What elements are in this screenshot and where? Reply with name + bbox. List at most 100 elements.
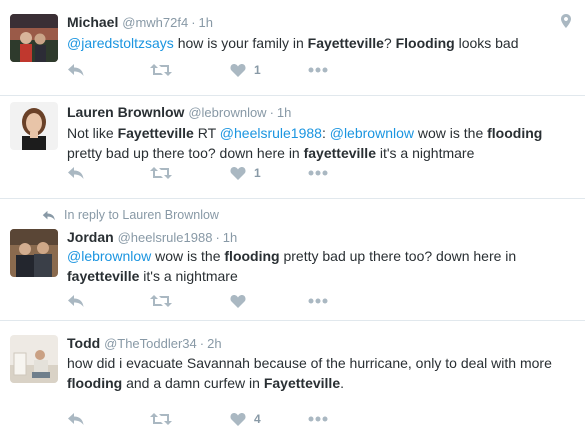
reply-context[interactable]: In reply to Lauren Brownlow — [42, 206, 219, 224]
retweet-button[interactable] — [150, 412, 172, 426]
more-icon — [308, 170, 328, 176]
text-segment: how did i evacuate Savannah because of t… — [67, 355, 552, 371]
username[interactable]: @lebrownlow — [188, 105, 266, 120]
retweet-button[interactable] — [150, 63, 172, 77]
mention-link[interactable]: @lebrownlow — [67, 248, 151, 264]
display-name[interactable]: Michael — [67, 14, 118, 30]
tweet-header: Todd @TheToddler34 · 2h — [67, 333, 573, 353]
more-icon — [308, 416, 328, 422]
avatar-michael[interactable] — [10, 14, 58, 62]
avatar-todd[interactable] — [10, 335, 58, 383]
text-segment: RT — [193, 125, 220, 141]
tweet-text: Not like Fayetteville RT @heelsrule1988:… — [67, 124, 573, 163]
timestamp[interactable]: 2h — [207, 336, 221, 351]
display-name[interactable]: Jordan — [67, 229, 114, 245]
tweet-header: Michael @mwh72f4 · 1h — [67, 12, 573, 32]
timestamp[interactable]: 1h — [277, 105, 291, 120]
text-segment: . — [340, 374, 344, 391]
text-segment: Not like — [67, 125, 118, 141]
highlighted-term: Fayetteville — [307, 35, 384, 51]
avatar-jordan[interactable] — [10, 229, 58, 277]
highlighted-term: Fayetteville — [263, 374, 341, 391]
location-icon — [561, 14, 571, 28]
retweet-icon — [150, 413, 172, 425]
highlighted-term: flooding — [487, 125, 543, 141]
reply-context-icon — [42, 211, 55, 221]
reply-button[interactable] — [67, 412, 85, 426]
reply-button[interactable] — [67, 294, 85, 308]
reply-icon — [68, 64, 84, 76]
more-button[interactable] — [308, 67, 328, 73]
highlighted-term: fayetteville — [303, 144, 376, 161]
like-button[interactable]: 1 — [230, 63, 261, 77]
tweet-text: @lebrownlow wow is the flooding pretty b… — [67, 247, 573, 286]
text-segment: : — [321, 125, 330, 141]
retweet-button[interactable] — [150, 166, 172, 180]
reply-icon — [68, 167, 84, 179]
like-button[interactable] — [230, 294, 246, 308]
tweet-text: @jaredstoltzsays how is your family in F… — [67, 34, 573, 54]
like-count: 1 — [254, 166, 261, 180]
separator-dot: · — [191, 15, 196, 30]
reply-icon — [68, 413, 84, 425]
text-segment: looks bad — [454, 35, 519, 51]
highlighted-term: Fayetteville — [117, 125, 194, 141]
display-name[interactable]: Todd — [67, 335, 100, 351]
text-segment: it's a nightmare — [375, 144, 475, 161]
like-icon — [230, 64, 246, 77]
highlighted-term: flooding — [224, 248, 280, 264]
retweet-button[interactable] — [150, 294, 172, 308]
tweet-header: Lauren Brownlow @lebrownlow · 1h — [67, 102, 573, 122]
text-segment: wow is the — [413, 125, 488, 141]
mention-link[interactable]: @jaredstoltzsays — [67, 35, 174, 51]
timestamp[interactable]: 1h — [223, 230, 237, 245]
reply-icon — [68, 295, 84, 307]
text-segment: pretty bad up there too? down here in — [279, 248, 517, 264]
text-segment: wow is the — [151, 248, 225, 264]
text-segment: ? — [383, 35, 396, 51]
tweet-jordan[interactable]: In reply to Lauren Brownlow Jordan @heel… — [0, 199, 585, 321]
retweet-icon — [150, 295, 172, 307]
like-icon — [230, 167, 246, 180]
display-name[interactable]: Lauren Brownlow — [67, 104, 184, 120]
reply-context-label: In reply to Lauren Brownlow — [64, 208, 219, 222]
timestamp[interactable]: 1h — [199, 15, 213, 30]
tweet-feed: Michael @mwh72f4 · 1h @jaredstoltzsays how… — [0, 0, 585, 429]
retweet-icon — [150, 64, 172, 76]
username[interactable]: @mwh72f4 — [122, 15, 188, 30]
like-icon — [230, 295, 246, 308]
tweet-lauren[interactable]: Lauren Brownlow @lebrownlow · 1h Not like … — [0, 96, 585, 199]
more-icon — [308, 67, 328, 73]
tweet-michael[interactable]: Michael @mwh72f4 · 1h @jaredstoltzsays how… — [0, 0, 585, 96]
tweet-todd[interactable]: Todd @TheToddler34 · 2h how did i evacuate… — [0, 321, 585, 429]
text-segment: and a damn curfew in — [122, 374, 264, 391]
text-segment: it's a nightmare — [139, 267, 238, 284]
separator-dot: · — [215, 230, 220, 245]
highlighted-term: Flooding — [395, 35, 455, 51]
username[interactable]: @heelsrule1988 — [118, 230, 213, 245]
avatar-lauren[interactable] — [10, 102, 58, 150]
highlighted-term: fayetteville — [67, 267, 140, 284]
more-button[interactable] — [308, 416, 328, 422]
location-button[interactable] — [561, 14, 571, 31]
more-button[interactable] — [308, 170, 328, 176]
tweet-header: Jordan @heelsrule1988 · 1h — [67, 227, 573, 247]
like-button[interactable]: 4 — [230, 412, 261, 426]
like-count: 4 — [254, 412, 261, 426]
mention-link[interactable]: @lebrownlow — [330, 125, 414, 141]
username[interactable]: @TheToddler34 — [104, 336, 197, 351]
more-button[interactable] — [308, 298, 328, 304]
reply-button[interactable] — [67, 166, 85, 180]
tweet-text: how did i evacuate Savannah because of t… — [67, 354, 573, 393]
retweet-icon — [150, 167, 172, 179]
highlighted-term: flooding — [67, 374, 123, 391]
more-icon — [308, 298, 328, 304]
separator-dot: · — [269, 105, 274, 120]
like-icon — [230, 413, 246, 426]
like-button[interactable]: 1 — [230, 166, 261, 180]
mention-link[interactable]: @heelsrule1988 — [220, 125, 322, 141]
like-count: 1 — [254, 63, 261, 77]
text-segment: pretty bad up there too? down here in — [67, 144, 304, 161]
text-segment: how is your family in — [173, 35, 308, 51]
reply-button[interactable] — [67, 63, 85, 77]
